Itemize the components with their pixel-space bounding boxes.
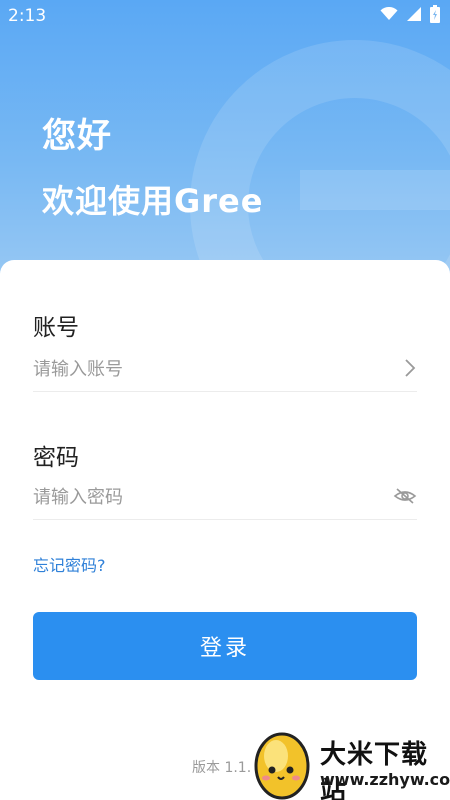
- greeting-title: 您好: [42, 116, 112, 156]
- status-time: 2:13: [8, 6, 47, 26]
- watermark-url: www.zzhyw.com: [320, 770, 450, 789]
- welcome-title: 欢迎使用Gree: [42, 182, 264, 220]
- login-card: 账号 密码 忘记密码? 登录 版本 1.1.: [0, 260, 450, 800]
- login-button[interactable]: 登录: [33, 612, 417, 680]
- version-text: 版本 1.1.: [192, 760, 252, 776]
- signal-icon: [406, 6, 422, 27]
- watermark-title: 大米下载站: [320, 740, 429, 800]
- forgot-password-link[interactable]: 忘记密码?: [33, 552, 106, 576]
- password-label: 密码: [33, 445, 79, 471]
- chevron-right-icon[interactable]: [403, 358, 417, 382]
- egg-mascot-logo: [246, 720, 318, 800]
- battery-icon: [430, 4, 440, 28]
- status-bar: 2:13: [0, 0, 450, 32]
- account-input[interactable]: [33, 359, 353, 380]
- account-label: 账号: [33, 315, 79, 341]
- account-field-row[interactable]: [33, 348, 417, 392]
- status-icons: [380, 4, 440, 28]
- brand-watermark-bar: [300, 170, 450, 210]
- password-field-row[interactable]: [33, 476, 417, 520]
- eye-hidden-icon[interactable]: [393, 487, 417, 509]
- password-input[interactable]: [33, 487, 353, 508]
- wifi-icon: [380, 6, 398, 26]
